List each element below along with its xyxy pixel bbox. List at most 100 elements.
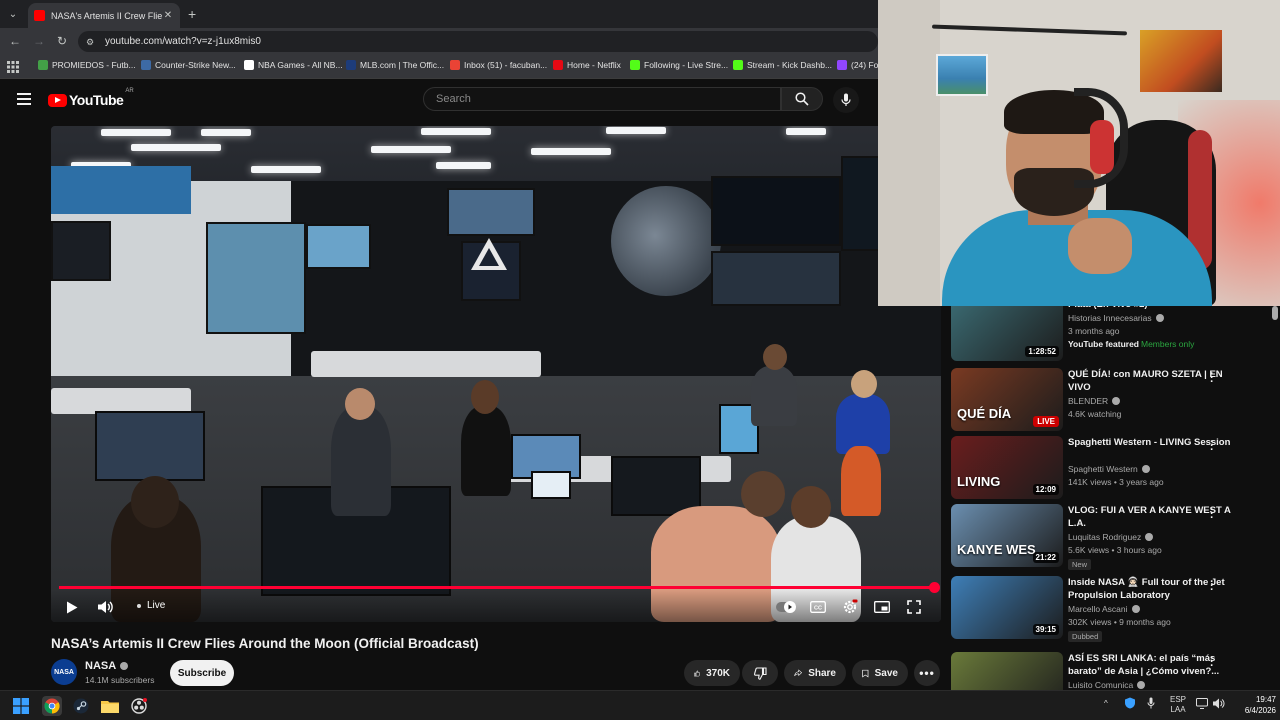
recommended-channel[interactable]: Luisito Comunica [1068,680,1146,690]
close-tab-icon[interactable]: ✕ [162,10,174,21]
recommended-video[interactable]: QUÉ DÍA LIVE QUÉ DÍA! con MAURO SZETA | EN… [951,368,1271,438]
recommended-channel[interactable]: Marcello Ascani [1068,604,1140,614]
bookmark-item[interactable]: Stream - Kick Dashb... [733,60,832,70]
back-icon[interactable]: ← [8,34,22,48]
subscribe-button[interactable]: Subscribe [170,660,234,686]
video-thumbnail[interactable]: KANYE WES 21:22 [951,504,1063,567]
more-vertical-icon[interactable]: · · · [1209,577,1215,596]
system-clock[interactable]: 19:47 6/4/2026 [1232,694,1276,716]
autoplay-toggle[interactable] [775,598,797,616]
recommended-video-title[interactable]: Plata (En Vivo #2) [1068,306,1240,311]
file-explorer-icon[interactable] [101,697,119,715]
recommended-channel[interactable]: Luquitas Rodriguez [1068,532,1154,542]
forward-icon[interactable]: → [32,34,46,48]
bookmark-item[interactable]: (24) Foll [837,60,882,70]
video-thumbnail[interactable]: 1:28:52 [951,306,1063,361]
wall-painting-seascape [936,54,988,96]
address-bar[interactable]: ⚙ youtube.com/watch?v=z-j1ux8mis0 [78,31,878,52]
obs-taskbar-icon[interactable] [130,697,148,715]
network-icon[interactable] [1196,698,1208,711]
bookmark-item[interactable]: Home - Netflix [553,60,621,70]
youtube-logo[interactable]: YouTube AR [48,88,134,108]
recommended-video[interactable]: LIVING 12:09 Spaghetti Western - LIVING Se… [951,436,1271,506]
steam-taskbar-icon[interactable] [72,697,90,715]
recommended-channel[interactable]: Historias Innecesarias [1068,313,1164,323]
browser-tab-active[interactable]: NASA's Artemis II Crew Flies Ar... ✕ [28,3,180,28]
sidebar-scrollbar[interactable] [1272,306,1278,320]
tab-search-icon[interactable]: ⌄ [4,5,22,23]
video-duration: 1:28:52 [1025,346,1059,357]
recommended-channel[interactable]: Spaghetti Western [1068,464,1150,474]
settings-button[interactable] [841,598,859,616]
more-vertical-icon[interactable]: · · · [1209,653,1215,672]
person-head [345,388,375,420]
recommended-channel[interactable]: BLENDER [1068,396,1121,406]
bookmark-item[interactable]: Inbox (51) - facuban... [450,60,547,70]
video-title: NASA’s Artemis II Crew Flies Around the … [51,636,479,651]
bookmark-item[interactable]: Following - Live Stre... [630,60,728,70]
video-thumbnail[interactable]: QUÉ DÍA LIVE [951,368,1063,431]
progress-bar[interactable] [59,586,933,589]
search-button[interactable] [781,87,823,111]
verified-check-icon [1141,465,1150,473]
captions-button[interactable]: CC [809,598,827,616]
reload-icon[interactable]: ↻ [55,34,69,48]
youtube-favicon-icon [34,10,45,21]
bookmark-label: Stream - Kick Dashb... [747,60,833,70]
console-desk [311,351,541,377]
channel-name-link[interactable]: NASA [85,660,129,672]
video-thumbnail[interactable]: 39:15 [951,576,1063,639]
miniplayer-button[interactable] [873,598,891,616]
input-language-indicator[interactable]: ESP LAA [1170,695,1186,715]
windows-start-icon[interactable] [12,697,30,715]
site-info-icon[interactable]: ⚙ [86,37,96,47]
speaker-icon[interactable] [1213,698,1225,711]
ceiling-light [786,128,826,135]
menu-icon[interactable] [17,93,31,105]
play-button[interactable] [65,598,79,616]
bookmark-favicon-icon [38,60,48,70]
new-tab-icon[interactable]: + [188,6,196,22]
bookmark-item[interactable]: NBA Games - All NB... [244,60,343,70]
bookmark-item[interactable]: Counter-Strike New... [141,60,236,70]
tray-microphone-icon[interactable] [1147,697,1155,711]
save-button[interactable]: Save [852,660,908,686]
recommended-video[interactable]: 1:28:52 Plata (En Vivo #2) Historias Innec… [951,306,1271,368]
volume-button[interactable] [97,598,115,616]
more-vertical-icon[interactable]: · · · [1209,437,1215,456]
person [331,406,391,516]
fullscreen-button[interactable] [905,598,923,616]
bookmark-label: Inbox (51) - facuban... [464,60,548,70]
video-thumbnail[interactable]: LIVING 12:09 [951,436,1063,499]
dislike-button[interactable] [742,660,778,686]
chrome-taskbar-icon[interactable] [42,696,62,716]
gear-icon [843,599,858,614]
bookmark-item[interactable]: PROMIEDOS - Futb... [38,60,136,70]
progress-scrubber[interactable] [929,582,940,593]
video-player[interactable]: Live CC [51,126,941,622]
verified-check-icon [1112,397,1121,405]
like-button[interactable]: 370K [684,660,740,686]
verified-check-icon [1155,314,1164,322]
tray-overflow-icon[interactable]: ^ [1104,699,1108,708]
tray-app-icon[interactable] [1124,697,1136,711]
apps-grid-icon[interactable] [7,61,19,73]
share-button[interactable]: Share [784,660,846,686]
recommended-video[interactable]: KANYE WES 21:22 VLOG: FUI A VER A KANYE WE… [951,504,1271,574]
live-indicator[interactable]: Live [137,600,165,611]
channel-avatar[interactable]: NASA [51,659,77,685]
ceiling-light [606,127,666,134]
video-badge: New [1068,559,1092,570]
bookmark-item[interactable]: MLB.com | The Offic... [346,60,444,70]
recommended-video[interactable]: 39:15 Inside NASA 👨🏻‍🚀 Full tour of the J… [951,576,1271,646]
more-actions-button[interactable]: ••• [914,660,940,686]
live-dot-icon [137,603,141,608]
search-input[interactable]: Search [423,87,781,111]
wall-painting-portrait [1140,30,1222,92]
moon-display [611,186,721,296]
recommended-video[interactable]: ASÍ ES SRI LANKA: el país “más barato” d… [951,652,1271,690]
video-thumbnail[interactable] [951,652,1063,690]
more-vertical-icon[interactable]: · · · [1209,505,1215,524]
voice-search-button[interactable] [833,87,859,113]
more-vertical-icon[interactable]: · · · [1209,369,1215,388]
